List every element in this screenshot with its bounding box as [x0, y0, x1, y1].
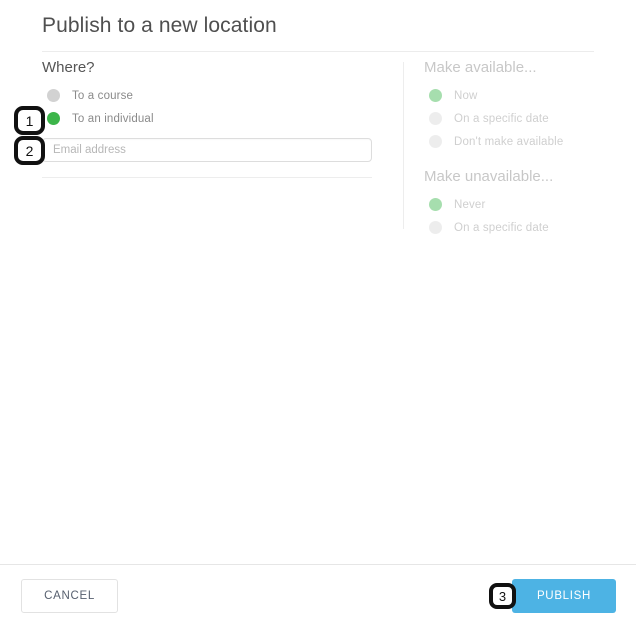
radio-dot-selected-icon[interactable] — [429, 198, 442, 211]
cancel-button[interactable]: CANCEL — [21, 579, 118, 613]
radio-label: On a specific date — [454, 221, 549, 234]
email-field-wrapper — [42, 138, 387, 178]
radio-option-to-an-individual[interactable]: To an individual — [42, 107, 387, 130]
radio-dot-selected-icon[interactable] — [429, 89, 442, 102]
annotation-badge-1: 1 — [14, 106, 45, 135]
radio-dot-icon[interactable] — [429, 135, 442, 148]
availability-section: Make available... Now On a specific date… — [424, 58, 624, 239]
make-unavailable-heading: Make unavailable... — [424, 168, 554, 185]
radio-dot-icon[interactable] — [429, 221, 442, 234]
column-divider — [403, 62, 404, 229]
radio-option-unavailable-specific-date[interactable]: On a specific date — [424, 216, 624, 239]
title-divider — [42, 51, 594, 52]
dialog-footer: CANCEL PUBLISH — [0, 564, 636, 620]
publish-button[interactable]: PUBLISH — [512, 579, 616, 613]
where-heading: Where? — [42, 59, 95, 76]
where-section: Where? To a course To an individual — [42, 58, 387, 178]
radio-option-unavailable-never[interactable]: Never — [424, 193, 624, 216]
radio-label: Never — [454, 198, 486, 211]
radio-option-dont-make-available[interactable]: Don't make available — [424, 130, 624, 153]
radio-option-available-specific-date[interactable]: On a specific date — [424, 107, 624, 130]
annotation-badge-3: 3 — [489, 583, 516, 609]
radio-label: Don't make available — [454, 135, 564, 148]
radio-label: To an individual — [72, 112, 154, 125]
radio-dot-selected-icon[interactable] — [47, 112, 60, 125]
page-title: Publish to a new location — [42, 14, 277, 37]
radio-label: Now — [454, 89, 478, 102]
email-field-divider — [42, 177, 372, 178]
radio-label: On a specific date — [454, 112, 549, 125]
email-input[interactable] — [42, 138, 372, 162]
dialog-body: Where? To a course To an individual Make… — [0, 58, 636, 558]
annotation-badge-2: 2 — [14, 136, 45, 165]
radio-option-available-now[interactable]: Now — [424, 84, 624, 107]
publish-dialog: Publish to a new location Where? To a co… — [0, 0, 636, 620]
make-available-heading: Make available... — [424, 59, 537, 76]
radio-label: To a course — [72, 89, 134, 102]
radio-dot-icon[interactable] — [429, 112, 442, 125]
radio-option-to-a-course[interactable]: To a course — [42, 84, 387, 107]
radio-dot-icon[interactable] — [47, 89, 60, 102]
